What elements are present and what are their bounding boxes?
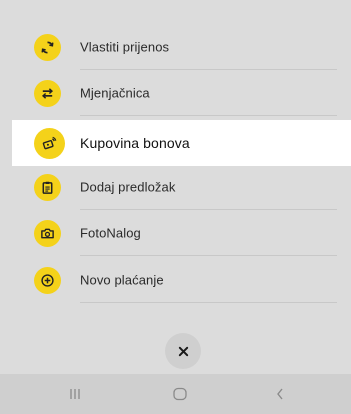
- mobile-voucher-icon: [34, 127, 65, 159]
- back-button[interactable]: [250, 374, 310, 414]
- action-sheet: Vlastiti prijenos Mjenjačnica Kupovina b…: [0, 0, 351, 369]
- menu-item-vlastiti-prijenos[interactable]: Vlastiti prijenos: [0, 24, 351, 70]
- menu-item-mjenjacnica[interactable]: Mjenjačnica: [0, 70, 351, 116]
- menu-item-label: Vlastiti prijenos: [80, 39, 170, 55]
- plus-circle-icon: [34, 266, 61, 294]
- back-icon: [277, 388, 283, 400]
- menu-item-label: Kupovina bonova: [80, 135, 190, 151]
- system-navigation-bar: [0, 374, 351, 414]
- close-button[interactable]: [165, 333, 201, 369]
- close-icon: [178, 346, 188, 356]
- divider: [80, 302, 337, 303]
- refresh-arrows-icon: [34, 33, 61, 61]
- menu-item-label: Mjenjačnica: [80, 85, 150, 101]
- divider: [80, 115, 337, 116]
- menu-item-novo-placanje[interactable]: Novo plaćanje: [0, 257, 351, 303]
- recents-icon: [70, 389, 80, 399]
- camera-icon: [34, 219, 61, 247]
- exchange-arrows-icon: [34, 79, 61, 107]
- recents-button[interactable]: [45, 374, 105, 414]
- home-icon: [173, 387, 187, 401]
- menu-item-label: Novo plaćanje: [80, 272, 164, 288]
- menu-item-fotonalog[interactable]: FotoNalog: [0, 210, 351, 256]
- divider: [80, 255, 337, 256]
- clipboard-icon: [34, 173, 61, 201]
- menu-item-dodaj-predlozak[interactable]: Dodaj predložak: [0, 164, 351, 210]
- menu-item-label: Dodaj predložak: [80, 179, 176, 195]
- menu-item-kupovina-bonova[interactable]: Kupovina bonova: [12, 120, 351, 166]
- home-button[interactable]: [150, 374, 210, 414]
- menu-item-label: FotoNalog: [80, 225, 141, 241]
